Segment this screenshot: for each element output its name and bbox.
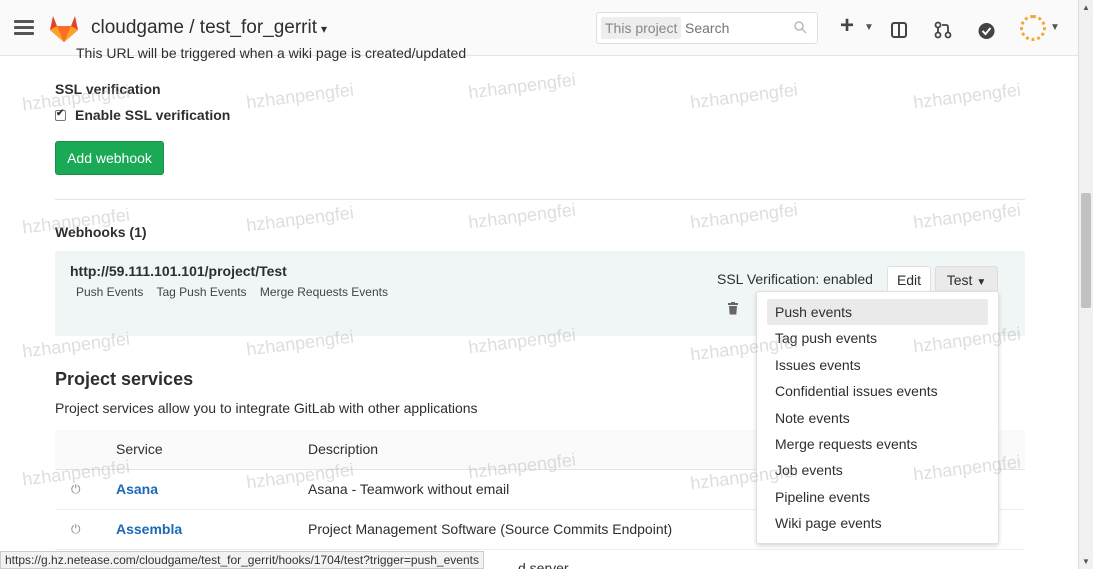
webhook-url: http://59.111.101.101/project/Test (70, 263, 287, 279)
project-title[interactable]: cloudgame / test_for_gerrit ▾ (91, 17, 327, 39)
watermark: hzhanpengfei (467, 199, 577, 233)
new-plus-icon[interactable]: + (840, 12, 854, 39)
ssl-checkbox[interactable] (55, 108, 66, 121)
webhook-events: Push Events Tag Push Events Merge Reques… (76, 285, 398, 299)
watermark: hzhanpengfei (912, 79, 1022, 113)
page-scrollbar[interactable]: ▲ ▼ (1078, 0, 1093, 569)
watermark: hzhanpengfei (912, 199, 1022, 233)
todo-check-icon[interactable] (978, 20, 995, 42)
issues-board-icon[interactable] (890, 19, 908, 41)
power-icon: ⏻ (71, 482, 81, 496)
add-webhook-button[interactable]: Add webhook (55, 141, 164, 175)
ssl-verification-checkbox-row[interactable]: Enable SSL verification (55, 107, 230, 123)
avatar[interactable] (1020, 15, 1046, 41)
search-box[interactable]: This project (596, 12, 818, 44)
project-title-text: cloudgame / test_for_gerrit (91, 17, 318, 38)
menu-item-confidential-issues-events[interactable]: Confidential issues events (767, 378, 988, 404)
service-description: Project Management Software (Source Comm… (308, 521, 673, 537)
search-icon (794, 21, 807, 34)
ssl-section-title: SSL verification (55, 81, 161, 97)
watermark: hzhanpengfei (245, 79, 355, 113)
service-link[interactable]: Asana (116, 481, 158, 497)
menu-item-issues-events[interactable]: Issues events (767, 352, 988, 378)
merge-request-icon[interactable] (934, 19, 952, 41)
menu-item-merge-requests-events[interactable]: Merge requests events (767, 431, 988, 457)
test-button-label: Test (946, 271, 973, 288)
browser-status-url: https://g.hz.netease.com/cloudgame/test_… (0, 551, 484, 569)
watermark: hzhanpengfei (467, 69, 577, 103)
webhook-event-tag: Merge Requests Events (259, 285, 388, 299)
partial-row-text: d server (518, 560, 569, 569)
watermark: hzhanpengfei (689, 79, 799, 113)
project-services-title: Project services (55, 369, 194, 389)
power-icon: ⏻ (71, 522, 81, 536)
trash-icon[interactable] (727, 302, 739, 315)
edit-webhook-button[interactable]: Edit (887, 266, 931, 293)
webhooks-title: Webhooks (1) (55, 224, 147, 240)
scroll-up-arrow-icon[interactable]: ▲ (1082, 3, 1090, 12)
menu-item-tag-push-events[interactable]: Tag push events (767, 325, 988, 351)
search-scope-badge: This project (601, 17, 682, 39)
chevron-down-icon[interactable]: ▼ (1050, 22, 1060, 44)
project-services-description: Project services allow you to integrate … (55, 400, 478, 416)
ssl-status-text: SSL Verification: enabled (717, 271, 873, 287)
menu-item-push-events[interactable]: Push events (767, 299, 988, 326)
test-events-dropdown: Push events Tag push events Issues event… (756, 291, 999, 544)
webhook-event-tag: Tag Push Events (156, 285, 247, 299)
test-webhook-button[interactable]: Test ▼ (935, 266, 998, 293)
search-input[interactable] (685, 17, 785, 39)
menu-item-pipeline-events[interactable]: Pipeline events (767, 484, 988, 510)
scrollbar-thumb[interactable] (1081, 193, 1091, 308)
chevron-down-icon[interactable]: ▼ (864, 22, 874, 44)
chevron-down-icon: ▾ (321, 22, 328, 36)
ssl-checkbox-label: Enable SSL verification (75, 107, 231, 123)
service-description: Asana - Teamwork without email (308, 481, 510, 497)
watermark: hzhanpengfei (245, 202, 355, 236)
column-header-description: Description (308, 441, 379, 457)
menu-item-note-events[interactable]: Note events (767, 405, 988, 431)
service-link[interactable]: Assembla (116, 521, 182, 537)
caret-down-icon: ▼ (976, 276, 987, 288)
watermark: hzhanpengfei (689, 199, 799, 233)
gitlab-logo-icon[interactable] (48, 13, 80, 43)
scroll-down-arrow-icon[interactable]: ▼ (1082, 557, 1090, 566)
menu-item-job-events[interactable]: Job events (767, 457, 988, 483)
menu-icon[interactable] (14, 20, 34, 36)
webhook-event-tag: Push Events (76, 285, 144, 299)
column-header-service: Service (116, 441, 163, 457)
divider (55, 199, 1025, 200)
top-navbar: cloudgame / test_for_gerrit ▾ This projec… (0, 0, 1078, 56)
menu-item-wiki-page-events[interactable]: Wiki page events (767, 510, 988, 536)
